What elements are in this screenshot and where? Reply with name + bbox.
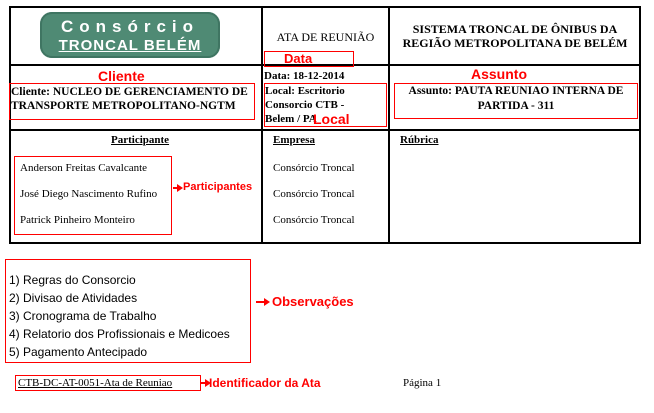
- observacao-item: 4) Relatorio dos Profissionais e Medicoe…: [9, 327, 230, 341]
- logo-line1: Consórcio: [60, 17, 200, 36]
- identificador-annotation-label: Identificador da Ata: [209, 376, 321, 390]
- observacao-item: 1) Regras do Consorcio: [9, 273, 136, 287]
- consorcio-troncal-logo: Consórcio TRONCAL BELÉM: [40, 12, 220, 58]
- local-annotation-label: Local: [313, 111, 350, 127]
- divider: [388, 6, 390, 244]
- participant-company: Consórcio Troncal: [273, 162, 355, 174]
- participant-company: Consórcio Troncal: [273, 188, 355, 200]
- cliente-annotation-label: Cliente: [98, 68, 145, 84]
- subject-field: Assunto: PAUTA REUNIAO INTERNA DE PARTID…: [408, 85, 624, 112]
- participant-name: Patrick Pinheiro Monteiro: [20, 214, 135, 226]
- observacao-item: 3) Cronograma de Trabalho: [9, 309, 157, 323]
- system-name: SISTEMA TRONCAL DE ÔNIBUS DA REGIÃO METR…: [402, 22, 628, 50]
- client-field: Cliente: NUCLEO DE GERENCIAMENTO DE TRAN…: [11, 86, 248, 112]
- empresa-header: Empresa: [273, 134, 315, 146]
- observacao-item: 2) Divisao de Atividades: [9, 291, 138, 305]
- participantes-annotation-label: Participantes: [183, 181, 253, 193]
- observacao-item: 5) Pagamento Antecipado: [9, 345, 148, 359]
- observacoes-list: 1) Regras do Consorcio 2) Divisao de Ati…: [9, 271, 230, 361]
- rubrica-header: Rúbrica: [400, 134, 439, 146]
- observacoes-annotation-label: Observações: [272, 294, 354, 309]
- assunto-annotation-label: Assunto: [471, 66, 527, 82]
- participantes-arrow: [173, 183, 183, 193]
- doc-type-title: ATA DE REUNIÃO: [276, 30, 375, 44]
- participante-header: Participante: [111, 134, 170, 146]
- page-number: Página 1: [403, 377, 442, 389]
- participant-name: José Diego Nascimento Rufino: [20, 188, 158, 200]
- document-identifier: CTB-DC-AT-0051-Ata de Reuniao: [18, 377, 173, 389]
- date-field: Data: 18-12-2014: [264, 70, 345, 82]
- divider: [9, 129, 641, 131]
- participant-name: Anderson Freitas Cavalcante: [20, 162, 148, 174]
- observacoes-arrow: [256, 297, 270, 307]
- data-annotation-label: Data: [284, 51, 313, 66]
- participant-company: Consórcio Troncal: [273, 214, 355, 226]
- logo-line2: TRONCAL BELÉM: [58, 37, 202, 54]
